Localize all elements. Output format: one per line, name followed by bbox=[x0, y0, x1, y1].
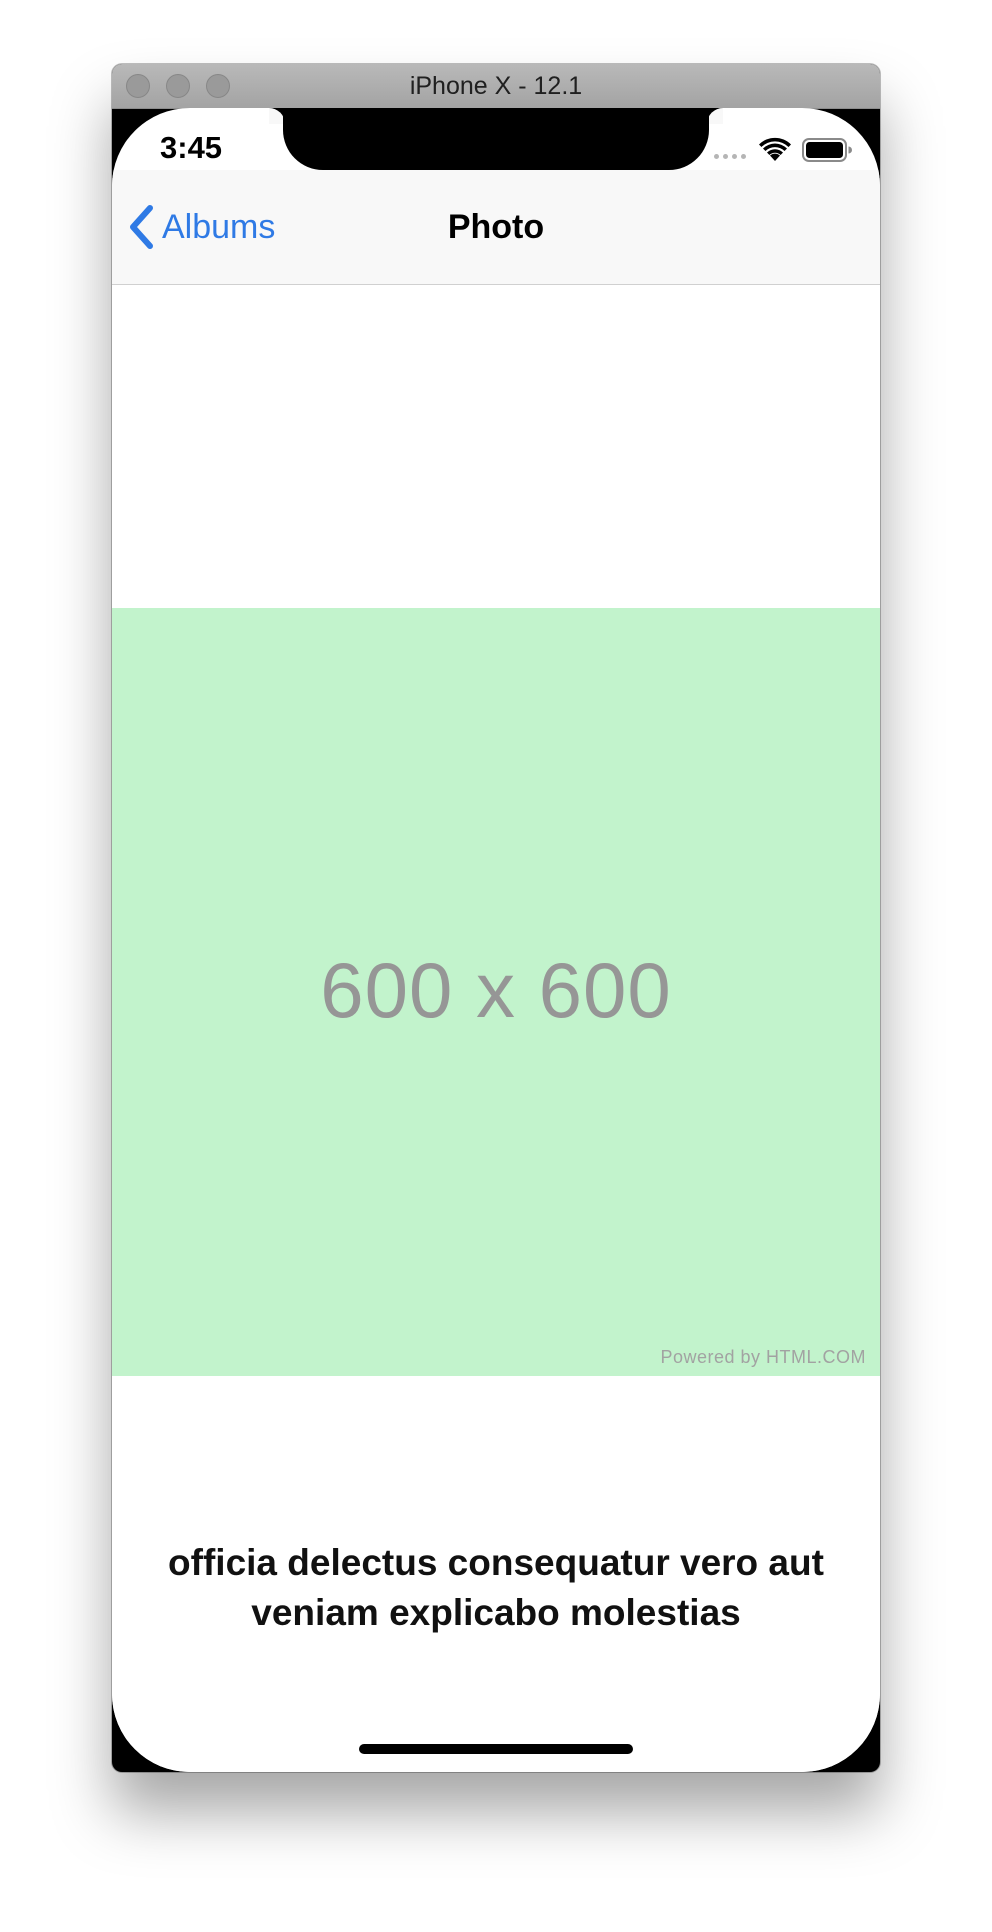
home-indicator[interactable] bbox=[359, 1744, 633, 1754]
navigation-bar: Albums Photo bbox=[112, 170, 880, 285]
window-title: iPhone X - 12.1 bbox=[409, 72, 583, 100]
window-titlebar[interactable]: iPhone X - 12.1 bbox=[112, 64, 880, 109]
device-notch bbox=[283, 108, 709, 170]
status-time: 3:45 bbox=[160, 130, 223, 165]
device-screen: 3:45 Albums Photo 600 x 600 Powered by H… bbox=[112, 108, 880, 1772]
battery-icon bbox=[802, 138, 852, 162]
wifi-icon bbox=[759, 137, 791, 161]
photo-caption: officia delectus consequatur vero aut ve… bbox=[168, 1542, 824, 1633]
page-title: Photo bbox=[447, 208, 545, 246]
photo-detail-content: 600 x 600 Powered by HTML.COM officia de… bbox=[112, 285, 880, 1772]
photo-credit: Powered by HTML.COM bbox=[660, 1347, 866, 1367]
simulator-window: iPhone X - 12.1 3:45 Albums Photo 600 x … bbox=[112, 64, 880, 1772]
photo-image: 600 x 600 Powered by HTML.COM bbox=[112, 608, 880, 1376]
photo-placeholder-text: 600 x 600 bbox=[320, 946, 672, 1034]
cellular-signal-icon bbox=[714, 151, 748, 159]
